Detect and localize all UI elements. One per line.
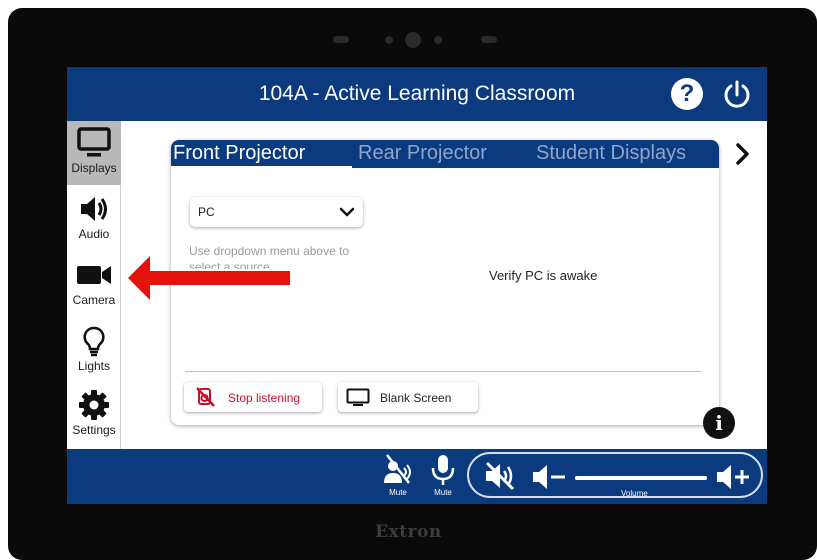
mute-mic-label: Mute — [434, 488, 452, 497]
muted-people-icon — [384, 454, 411, 484]
divider — [185, 371, 701, 372]
active-tab-indicator — [171, 166, 352, 168]
volume-mute-icon[interactable] — [483, 461, 517, 491]
volume-down-icon[interactable] — [531, 464, 567, 490]
mute-all-label: Mute — [389, 488, 407, 497]
blank-screen-label: Blank Screen — [380, 391, 452, 405]
help-button[interactable]: ? — [671, 78, 703, 110]
annotation-arrow-icon — [128, 256, 290, 300]
info-button[interactable]: i — [703, 407, 735, 439]
audio-control-bar: Mute Mute Volume — [67, 449, 767, 504]
stop-listening-icon — [196, 387, 215, 407]
sidebar-item-label: Displays — [71, 161, 117, 175]
power-icon[interactable] — [721, 79, 753, 111]
tab-front-projector[interactable]: Front Projector — [173, 142, 305, 165]
volume-slider[interactable] — [575, 476, 707, 480]
sidebar-item-displays[interactable]: Displays — [67, 121, 121, 185]
sidebar-item-audio[interactable]: Audio — [67, 187, 121, 251]
source-dropdown[interactable]: PC — [190, 197, 363, 227]
sidebar-item-camera[interactable]: Camera — [67, 253, 121, 317]
volume-label: Volume — [621, 489, 648, 498]
sidebar-item-label: Lights — [77, 359, 111, 373]
stop-listening-label: Stop listening — [228, 391, 301, 405]
sidebar-item-lights[interactable]: Lights — [67, 319, 121, 383]
source-status: Verify PC is awake — [489, 268, 598, 283]
video-camera-icon — [77, 266, 111, 284]
sidebar-item-label: Audio — [78, 227, 110, 241]
tab-student-displays[interactable]: Student Displays — [536, 142, 686, 165]
brand-logo: Extron — [375, 522, 442, 542]
mute-all-mics-button[interactable]: Mute — [383, 453, 413, 501]
volume-slider-fill — [575, 476, 707, 480]
camera-sensor-bar — [0, 28, 817, 52]
gear-icon — [79, 390, 109, 420]
sidebar-item-label: Settings — [72, 423, 116, 437]
room-title: 104A - Active Learning Classroom — [258, 82, 576, 105]
sidebar-item-settings[interactable]: Settings — [67, 383, 121, 447]
sidebar-item-label: Camera — [72, 293, 116, 307]
speaker-icon — [81, 197, 107, 221]
volume-control: Volume — [467, 452, 763, 498]
volume-up-icon[interactable] — [715, 463, 751, 491]
monitor-icon — [77, 127, 111, 157]
tab-rear-projector[interactable]: Rear Projector — [358, 142, 487, 165]
microphone-icon — [431, 455, 455, 485]
sidebar: Displays Audio Camera Lights Settings — [67, 121, 121, 449]
monitor-icon — [346, 388, 370, 406]
blank-screen-button[interactable]: Blank Screen — [338, 382, 478, 412]
title-bar: 104A - Active Learning Classroom ? — [67, 67, 767, 121]
display-tabs: Front Projector Rear Projector Student D… — [171, 140, 719, 168]
chevron-right-icon[interactable] — [731, 141, 753, 167]
lightbulb-icon — [83, 326, 105, 357]
mute-mic-button[interactable]: Mute — [428, 453, 458, 501]
source-dropdown-value: PC — [198, 205, 215, 219]
stop-listening-button[interactable]: Stop listening — [184, 382, 322, 412]
chevron-down-icon — [339, 207, 355, 217]
